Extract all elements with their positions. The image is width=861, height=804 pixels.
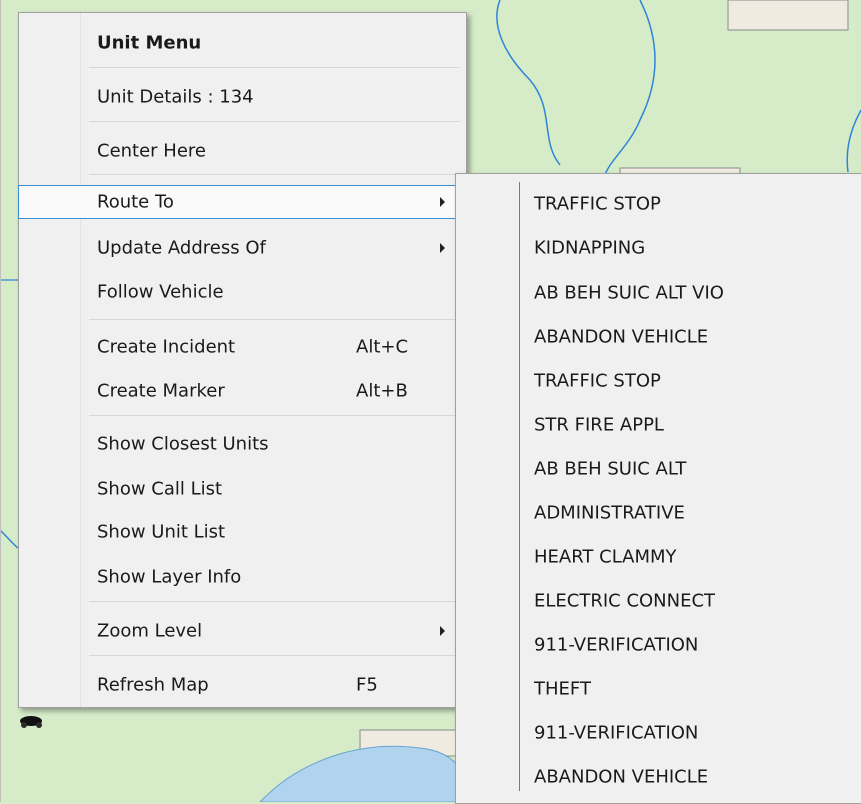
submenu-item[interactable]: TRAFFIC STOP — [456, 188, 861, 220]
submenu-item-label: TRAFFIC STOP — [534, 193, 661, 215]
submenu-item[interactable]: 911-VERIFICATION — [456, 629, 861, 661]
submenu-item[interactable]: HEART CLAMMY — [456, 541, 861, 573]
submenu-item[interactable]: ABANDON VEHICLE — [456, 761, 861, 793]
submenu-item-label: THEFT — [534, 678, 591, 700]
menu-item-label: Unit Details : 134 — [97, 86, 254, 108]
submenu-item[interactable]: AB BEH SUIC ALT — [456, 453, 861, 485]
submenu-item[interactable]: TRAFFIC STOP — [456, 365, 861, 397]
menu-item-show-call-list[interactable]: Show Call List — [19, 473, 466, 505]
submenu-item[interactable]: THEFT — [456, 673, 861, 705]
submenu-item-label: KIDNAPPING — [534, 237, 646, 259]
menu-item-label: Update Address Of — [97, 237, 266, 259]
menu-item-label: Center Here — [97, 140, 206, 162]
menu-item-label: Show Layer Info — [97, 566, 242, 588]
submenu-arrow-icon — [440, 243, 445, 253]
menu-item-label: Zoom Level — [97, 620, 203, 642]
menu-separator — [89, 601, 460, 602]
menu-header-label: Unit Menu — [97, 32, 202, 54]
menu-item-create-marker[interactable]: Create Marker Alt+B — [19, 375, 466, 407]
submenu-item-label: 911-VERIFICATION — [534, 634, 699, 656]
submenu-item-label: ADMINISTRATIVE — [534, 502, 685, 524]
submenu-item-label: TRAFFIC STOP — [534, 370, 661, 392]
submenu-item-label: HEART CLAMMY — [534, 546, 677, 568]
submenu-item-label: STR FIRE APPL — [534, 414, 664, 436]
submenu-item[interactable]: ADMINISTRATIVE — [456, 497, 861, 529]
submenu-item-label: 911-VERIFICATION — [534, 722, 699, 744]
shortcut-label: F5 — [356, 674, 378, 696]
menu-separator — [89, 415, 460, 416]
submenu-item-label: AB BEH SUIC ALT VIO — [534, 282, 724, 304]
menu-separator — [89, 655, 460, 656]
menu-header: Unit Menu — [19, 27, 466, 59]
unit-context-menu: Unit Menu Unit Details : 134 Center Here… — [18, 12, 467, 708]
submenu-item[interactable]: AB BEH SUIC ALT VIO — [456, 277, 861, 309]
menu-item-update-address-of[interactable]: Update Address Of — [19, 232, 466, 264]
menu-item-label: Follow Vehicle — [97, 281, 224, 303]
submenu-item[interactable]: KIDNAPPING — [456, 232, 861, 264]
menu-item-label: Show Closest Units — [97, 433, 269, 455]
menu-item-label: Create Incident — [97, 336, 236, 358]
submenu-item-label: AB BEH SUIC ALT — [534, 458, 687, 480]
menu-item-label: Create Marker — [97, 380, 225, 402]
map-building — [727, 0, 849, 31]
menu-item-refresh-map[interactable]: Refresh Map F5 — [19, 669, 466, 701]
menu-item-show-unit-list[interactable]: Show Unit List — [19, 516, 466, 548]
menu-item-label: Show Call List — [97, 478, 223, 500]
menu-item-create-incident[interactable]: Create Incident Alt+C — [19, 331, 466, 363]
menu-separator — [89, 174, 460, 175]
route-to-submenu: TRAFFIC STOP KIDNAPPING AB BEH SUIC ALT … — [455, 173, 861, 804]
menu-item-follow-vehicle[interactable]: Follow Vehicle — [19, 276, 466, 308]
menu-item-unit-details[interactable]: Unit Details : 134 — [19, 81, 466, 113]
submenu-arrow-icon — [440, 626, 445, 636]
menu-separator — [89, 319, 460, 320]
submenu-item[interactable]: 911-VERIFICATION — [456, 717, 861, 749]
submenu-item[interactable]: ELECTRIC CONNECT — [456, 585, 861, 617]
menu-item-label: Route To — [97, 191, 174, 213]
menu-item-label: Refresh Map — [97, 674, 209, 696]
menu-item-show-layer-info[interactable]: Show Layer Info — [19, 561, 466, 593]
menu-item-route-to[interactable]: Route To — [18, 185, 467, 219]
menu-item-center-here[interactable]: Center Here — [19, 135, 466, 167]
menu-separator — [89, 67, 460, 68]
submenu-item-label: ABANDON VEHICLE — [534, 766, 709, 788]
submenu-item[interactable]: ABANDON VEHICLE — [456, 321, 861, 353]
shortcut-label: Alt+C — [356, 336, 409, 358]
submenu-item-label: ELECTRIC CONNECT — [534, 590, 716, 612]
menu-separator — [89, 121, 460, 122]
menu-item-zoom-level[interactable]: Zoom Level — [19, 615, 466, 647]
menu-item-show-closest-units[interactable]: Show Closest Units — [19, 428, 466, 460]
menu-item-label: Show Unit List — [97, 521, 226, 543]
shortcut-label: Alt+B — [356, 380, 408, 402]
submenu-item-label: ABANDON VEHICLE — [534, 326, 709, 348]
submenu-arrow-icon — [440, 197, 445, 207]
submenu-item[interactable]: STR FIRE APPL — [456, 409, 861, 441]
